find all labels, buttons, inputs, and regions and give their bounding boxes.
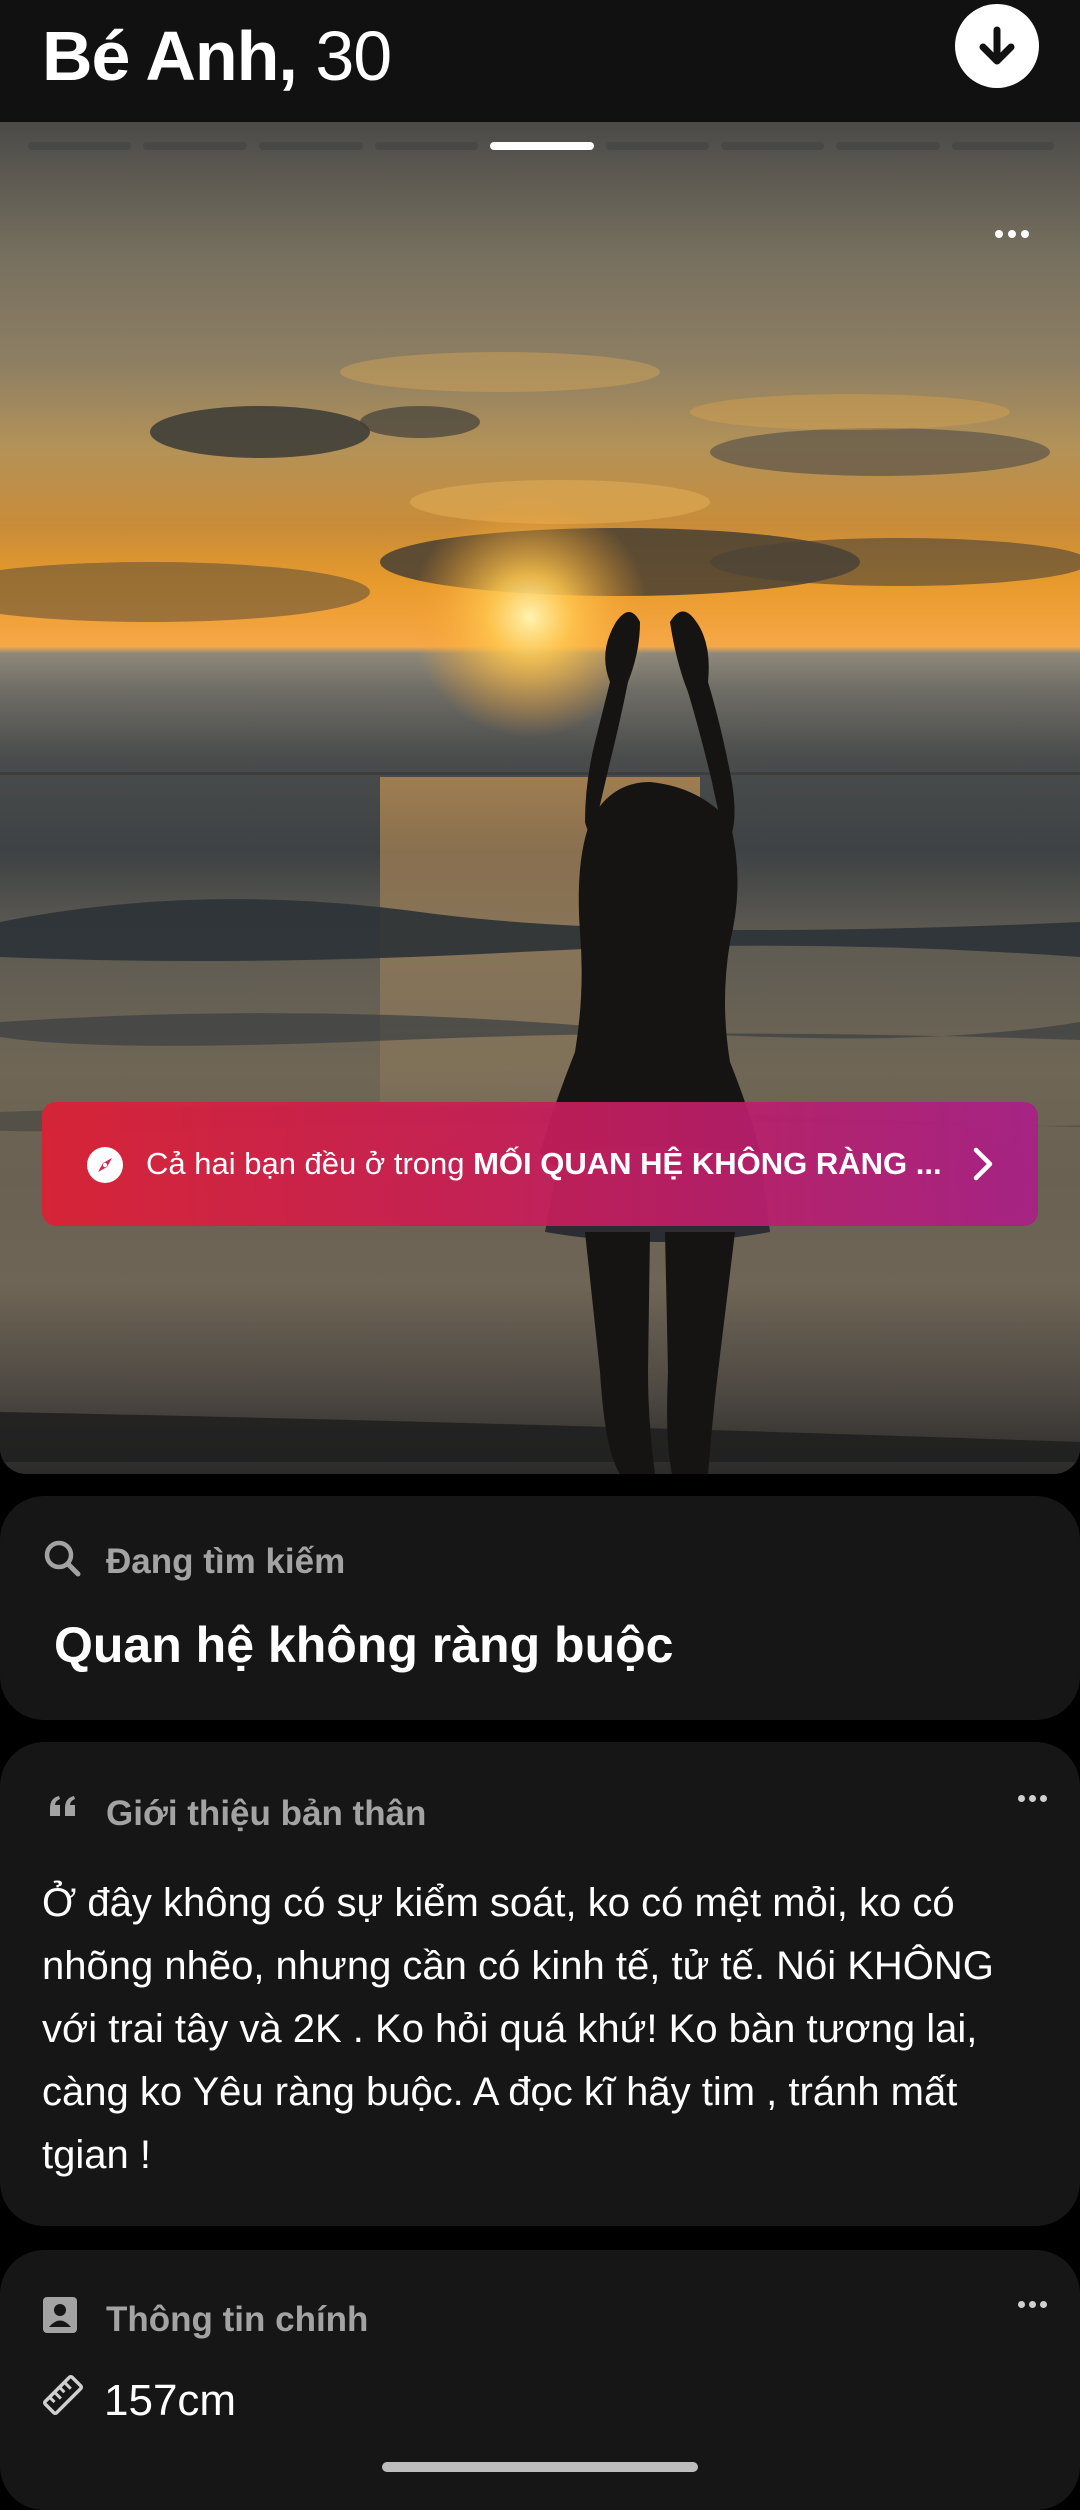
bio-label: Giới thiệu bản thân: [106, 1794, 427, 1833]
search-icon: [44, 1540, 81, 1577]
scroll-down-button[interactable]: [955, 4, 1039, 88]
relationship-match-banner[interactable]: Cả hai bạn đều ở trong MỐI QUAN HỆ KHÔNG…: [42, 1102, 1038, 1226]
more-dot: [1008, 230, 1016, 238]
relationship-banner-text: Cả hai bạn đều ở trong MỐI QUAN HỆ KHÔNG…: [146, 1140, 942, 1188]
profile-name-age: Bé Anh, 30: [42, 10, 392, 102]
photo-progress-1: [28, 142, 131, 150]
sunset-beach-silhouette-image: [0, 352, 1080, 1474]
profile-photo[interactable]: [0, 122, 1080, 1474]
photo-progress-4: [375, 142, 478, 150]
more-dot: [995, 230, 1003, 238]
compass-icon: [87, 1147, 123, 1183]
bio-more-button[interactable]: [1010, 1786, 1054, 1810]
photo-progress-3: [259, 142, 363, 150]
looking-for-value: Quan hệ không ràng buộc: [54, 1617, 674, 1673]
quote-icon: [50, 1796, 75, 1816]
photo-progress-8: [836, 142, 940, 150]
bio-text: Ở đây không có sự kiểm soát, ko có mệt m…: [42, 1881, 994, 2177]
photo-progress-6: [606, 142, 709, 150]
more-dot: [1021, 230, 1029, 238]
home-indicator[interactable]: [382, 2462, 698, 2472]
key-info-more-button[interactable]: [1010, 2292, 1054, 2316]
more-dot: [1028, 1794, 1036, 1802]
more-dot: [1017, 1794, 1025, 1802]
profile-name: Bé Anh,: [42, 17, 298, 95]
profile-card-icon: [43, 2297, 77, 2333]
photo-more-button[interactable]: [982, 214, 1042, 254]
key-info-label: Thông tin chính: [106, 2300, 369, 2339]
relationship-banner-highlight: MỐI QUAN HỆ KHÔNG RÀNG ...: [473, 1146, 942, 1181]
bio-card: Giới thiệu bản thân Ở đây không có sự ki…: [0, 1742, 1080, 2226]
photo-progress-7: [721, 142, 824, 150]
more-dot: [1017, 2300, 1025, 2308]
relationship-banner-prefix: Cả hai bạn đều ở trong: [146, 1146, 474, 1181]
chevron-right-icon: [973, 1147, 993, 1181]
more-dot: [1039, 1794, 1047, 1802]
photo-progress-2: [143, 142, 247, 150]
ruler-icon: [42, 2374, 84, 2416]
profile-header: Bé Anh, 30: [0, 0, 1080, 122]
more-dot: [1039, 2300, 1047, 2308]
arrow-down-icon: [979, 26, 1015, 65]
more-dot: [1028, 2300, 1036, 2308]
profile-age: 30: [315, 17, 392, 95]
photo-progress-5-current: [490, 142, 594, 150]
looking-for-card: Đang tìm kiếm Quan hệ không ràng buộc: [0, 1496, 1080, 1720]
photo-progress-9: [952, 142, 1054, 150]
looking-for-label: Đang tìm kiếm: [106, 1542, 346, 1581]
height-value: 157cm: [104, 2376, 237, 2425]
